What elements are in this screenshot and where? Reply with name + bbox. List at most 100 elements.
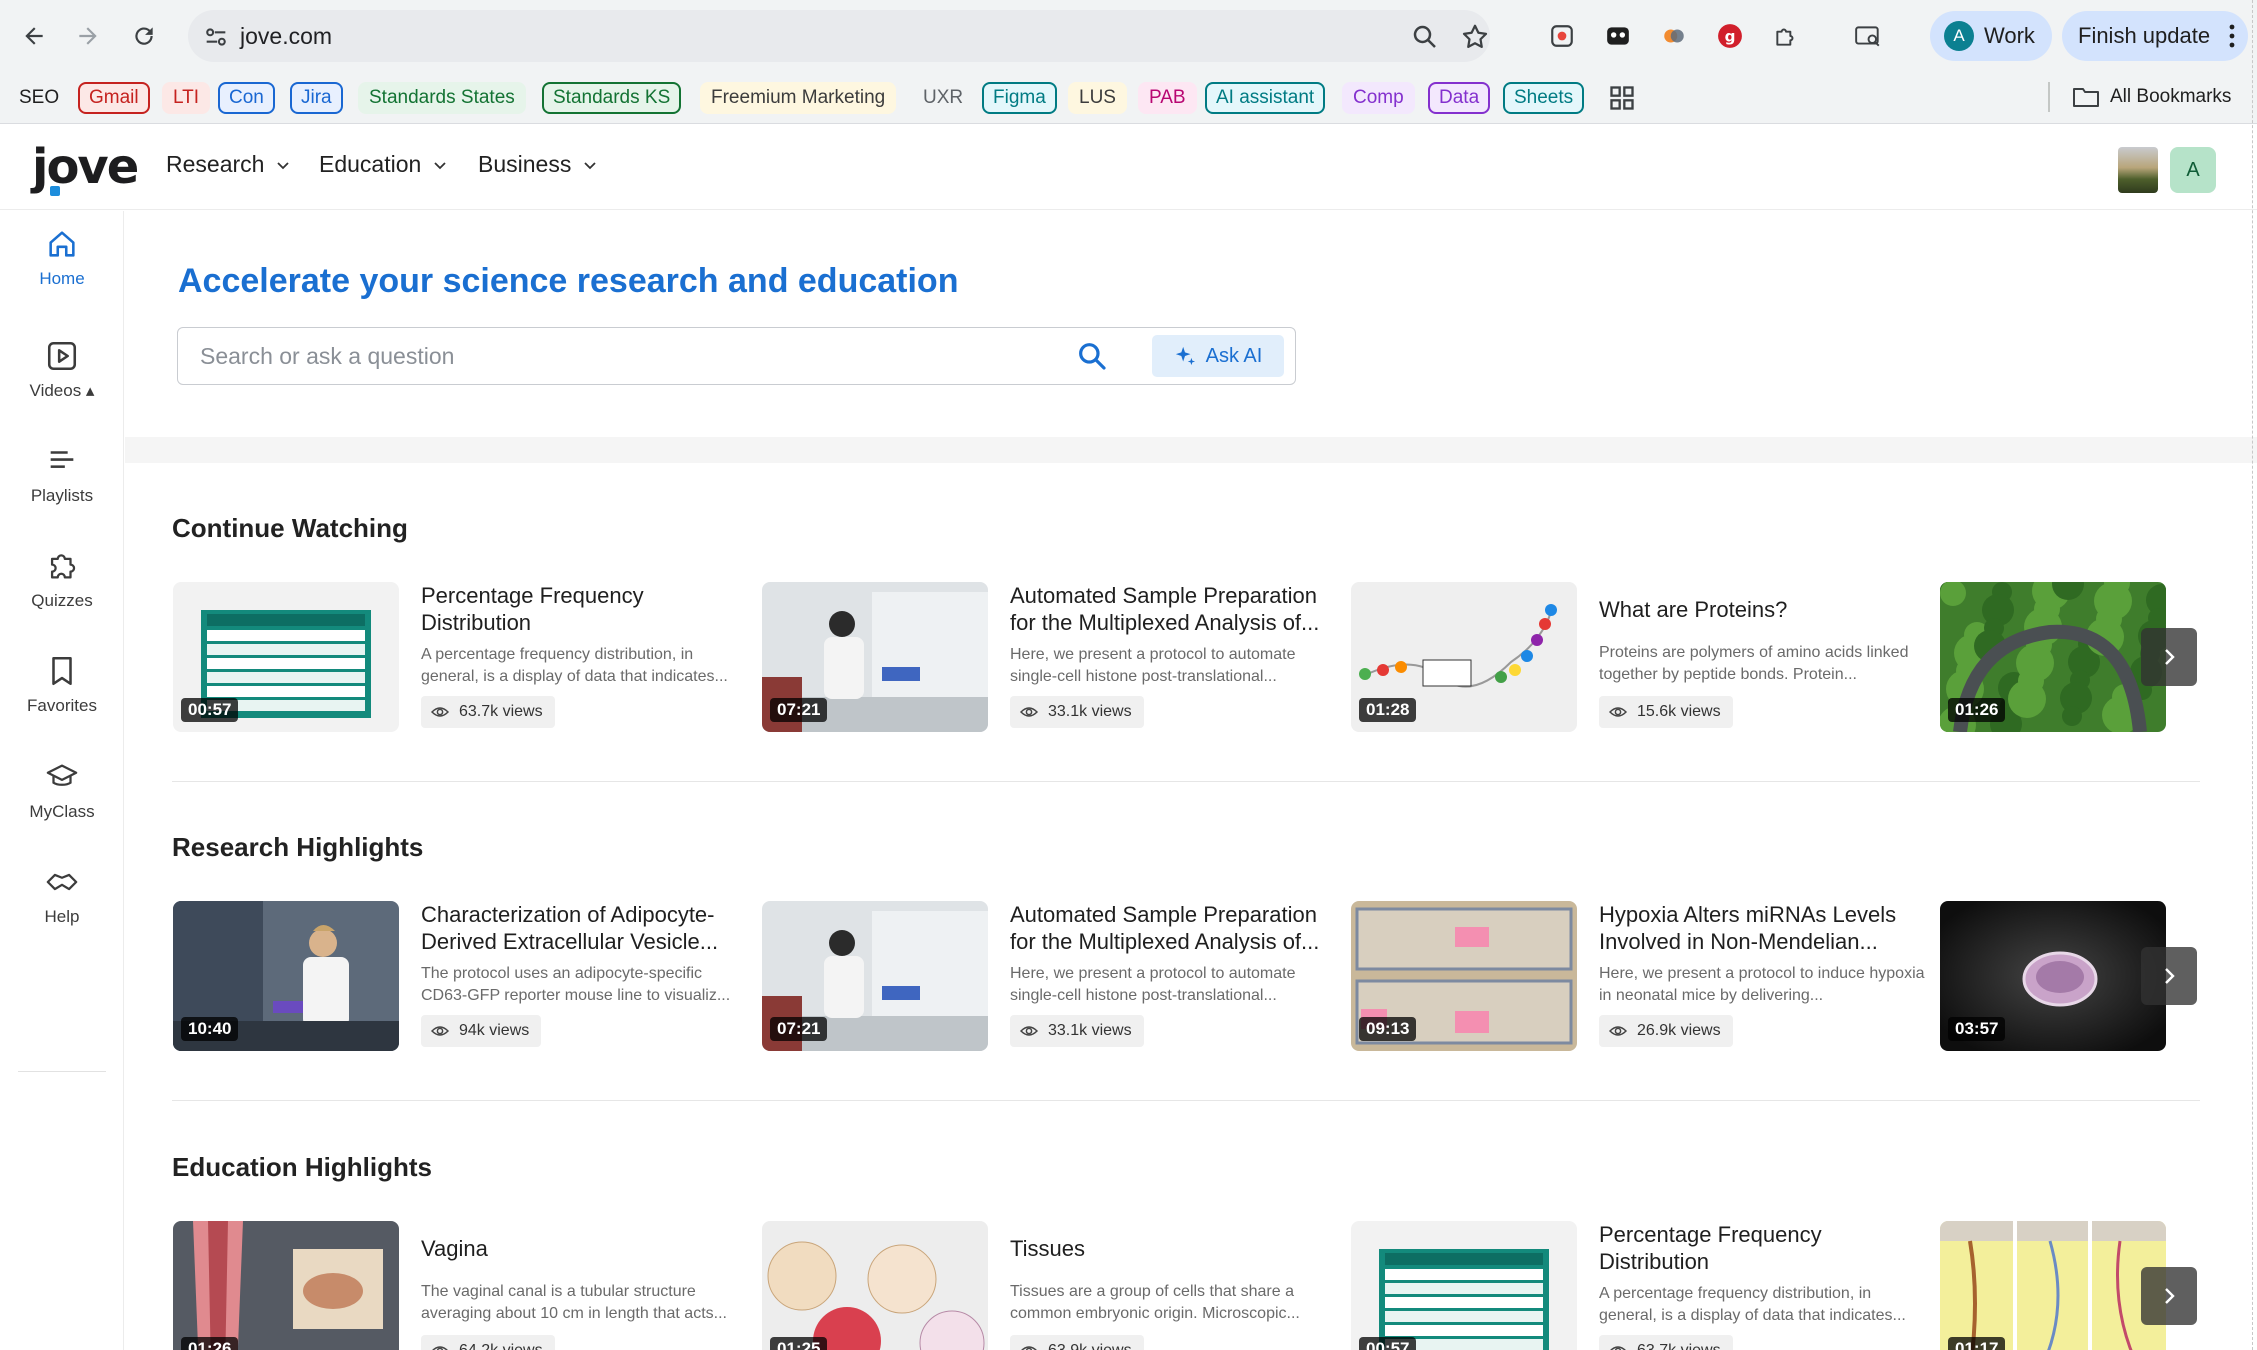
- video-card[interactable]: 01:25 Tissues Tissues are a group of cells…: [762, 1221, 1342, 1350]
- video-title[interactable]: Percentage Frequency Distribution: [421, 582, 751, 636]
- extension-lens-icon[interactable]: [1546, 20, 1578, 52]
- window-edge: [2252, 0, 2257, 1350]
- video-thumbnail[interactable]: 10:40: [173, 901, 399, 1051]
- video-thumbnail[interactable]: 07:21: [762, 582, 988, 732]
- video-duration: 01:26: [1948, 698, 2006, 722]
- video-thumbnail[interactable]: 00:57: [173, 582, 399, 732]
- site-settings-icon[interactable]: [202, 23, 230, 51]
- back-button[interactable]: [14, 16, 54, 56]
- bookmark-icon: [52, 656, 72, 686]
- nav-research[interactable]: Research: [166, 151, 290, 178]
- video-title[interactable]: What are Proteins?: [1599, 596, 1929, 623]
- video-thumbnail[interactable]: 09:13: [1351, 901, 1577, 1051]
- profile-avatar: A: [1944, 21, 1974, 51]
- bookmark-lti[interactable]: LTI: [162, 82, 211, 114]
- kebab-menu-icon[interactable]: [2228, 22, 2236, 50]
- video-card[interactable]: 01:26 Vagina The vaginal canal is a tubula…: [173, 1221, 753, 1350]
- sidebar-item-quizzes[interactable]: Quizzes: [0, 549, 124, 639]
- video-title[interactable]: Percentage Frequency Distribution: [1599, 1221, 1929, 1275]
- section-title-education-highlights: Education Highlights: [172, 1152, 432, 1182]
- carousel-next-button[interactable]: [2141, 628, 2197, 686]
- sidebar-item-home[interactable]: Home: [0, 227, 124, 317]
- video-card[interactable]: 07:21 Automated Sample Preparation for th…: [762, 582, 1342, 732]
- bookmark-uxr[interactable]: UXR: [912, 82, 974, 114]
- views-count: 64.2k views: [459, 1342, 543, 1350]
- reading-mode-icon[interactable]: [1852, 20, 1884, 52]
- bookmark-comp[interactable]: Comp: [1342, 82, 1415, 114]
- video-title[interactable]: Tissues: [1010, 1235, 1340, 1262]
- apps-grid-icon[interactable]: [1608, 84, 1636, 112]
- sidebar-item-label: Quizzes: [31, 591, 93, 610]
- video-title[interactable]: Characterization of Adipocyte-Derived Ex…: [421, 901, 751, 955]
- bookmark-pab[interactable]: PAB: [1138, 82, 1197, 114]
- video-duration: 00:57: [1359, 1337, 1417, 1350]
- sidebar-item-myclass[interactable]: MyClass: [0, 760, 124, 850]
- ask-ai-button[interactable]: Ask AI: [1152, 335, 1284, 377]
- video-thumbnail[interactable]: 03:57: [1940, 901, 2166, 1051]
- sidebar-item-favorites[interactable]: Favorites: [0, 654, 124, 744]
- forward-button[interactable]: [68, 16, 108, 56]
- search-icon[interactable]: [1076, 340, 1108, 372]
- nav-education[interactable]: Education: [319, 151, 447, 178]
- handshake-icon: [46, 873, 78, 891]
- video-thumbnail[interactable]: 00:57: [1351, 1221, 1577, 1350]
- carousel-next-button[interactable]: [2141, 1267, 2197, 1325]
- bookmark-ai-assistant[interactable]: AI assistant: [1205, 82, 1326, 114]
- bookmark-seo[interactable]: SEO: [8, 82, 70, 114]
- institution-thumbnail[interactable]: [2118, 147, 2158, 193]
- all-bookmarks-button[interactable]: All Bookmarks: [2072, 82, 2231, 112]
- video-thumbnail[interactable]: 01:17: [1940, 1221, 2166, 1350]
- video-title[interactable]: Vagina: [421, 1235, 751, 1262]
- video-title[interactable]: Automated Sample Preparation for the Mul…: [1010, 901, 1340, 955]
- video-title[interactable]: Automated Sample Preparation for the Mul…: [1010, 582, 1340, 636]
- video-title[interactable]: Hypoxia Alters miRNAs Levels Involved in…: [1599, 901, 1929, 955]
- search-box: Ask AI: [177, 327, 1296, 385]
- bookmark-con[interactable]: Con: [218, 82, 275, 114]
- extensions-puzzle-icon[interactable]: [1770, 20, 1802, 52]
- video-thumbnail[interactable]: 01:26: [173, 1221, 399, 1350]
- bookmark-standards-ks[interactable]: Standards KS: [542, 82, 682, 114]
- url-text[interactable]: jove.com: [240, 23, 332, 50]
- extension-color-icon[interactable]: [1658, 20, 1690, 52]
- reload-button[interactable]: [124, 16, 164, 56]
- bookmark-data[interactable]: Data: [1428, 82, 1491, 114]
- finish-update-button[interactable]: Finish update: [2062, 11, 2248, 61]
- extension-grammarly-icon[interactable]: g: [1714, 20, 1746, 52]
- video-card[interactable]: 01:28 What are Proteins? Proteins are poly…: [1351, 582, 1931, 732]
- sidebar-item-videos[interactable]: Videos ▴: [0, 339, 124, 429]
- chevron-right-icon: [2165, 1288, 2175, 1304]
- carousel-next-button[interactable]: [2141, 947, 2197, 1005]
- video-thumbnail[interactable]: 01:26: [1940, 582, 2166, 732]
- star-icon[interactable]: [1460, 22, 1490, 52]
- bookmark-jira[interactable]: Jira: [290, 82, 343, 114]
- jove-logo[interactable]: jove: [32, 139, 139, 195]
- sidebar-item-label: Favorites: [27, 696, 97, 715]
- video-card[interactable]: 10:40 Characterization of Adipocyte-Deriv…: [173, 901, 753, 1051]
- bookmark-figma[interactable]: Figma: [982, 82, 1057, 114]
- bookmark-standards-states[interactable]: Standards States: [358, 82, 526, 114]
- video-card[interactable]: 00:57 Percentage Frequency Distribution A …: [1351, 1221, 1931, 1350]
- search-input[interactable]: [200, 340, 1080, 372]
- bookmark-gmail[interactable]: Gmail: [78, 82, 150, 114]
- sidebar-item-help[interactable]: Help: [0, 865, 124, 955]
- bookmark-lus[interactable]: LUS: [1068, 82, 1127, 114]
- zoom-icon[interactable]: [1410, 22, 1440, 52]
- profile-chip[interactable]: A Work: [1930, 11, 2052, 61]
- address-bar[interactable]: jove.com: [188, 10, 1490, 62]
- video-thumbnail[interactable]: 01:28: [1351, 582, 1577, 732]
- nav-business[interactable]: Business: [478, 151, 597, 178]
- bookmark-sheets[interactable]: Sheets: [1503, 82, 1585, 114]
- video-thumbnail[interactable]: 01:25: [762, 1221, 988, 1350]
- video-card[interactable]: 00:57 Percentage Frequency Distribution A …: [173, 582, 753, 732]
- bookmark-freemium-marketing[interactable]: Freemium Marketing: [700, 82, 897, 114]
- user-avatar[interactable]: A: [2170, 147, 2216, 193]
- video-card[interactable]: 07:21 Automated Sample Preparation for th…: [762, 901, 1342, 1051]
- video-card[interactable]: 09:13 Hypoxia Alters miRNAs Levels Involv…: [1351, 901, 1931, 1051]
- extension-masks-icon[interactable]: [1602, 20, 1634, 52]
- bookmarks-divider: [2048, 82, 2050, 112]
- section-divider: [172, 781, 2200, 782]
- site-header: jove Research Education Business A: [0, 125, 2257, 210]
- sidebar-item-playlists[interactable]: Playlists: [0, 444, 124, 534]
- video-description: Here, we present a protocol to automate …: [1010, 965, 1296, 1004]
- video-thumbnail[interactable]: 07:21: [762, 901, 988, 1051]
